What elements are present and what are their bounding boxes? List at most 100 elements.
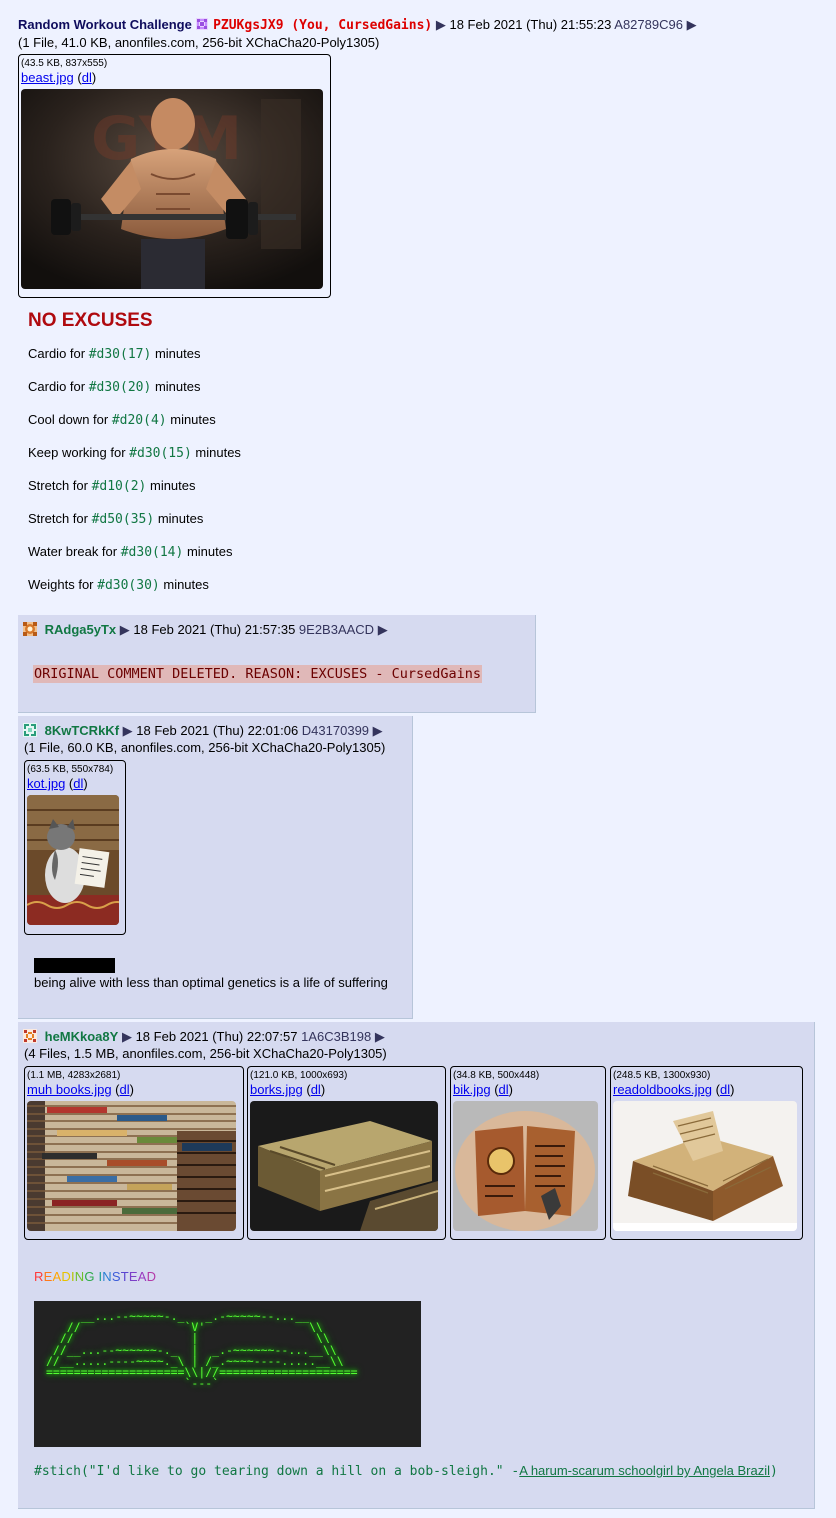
attachment-meta: (34.8 KB, 500x448) — [453, 1070, 540, 1081]
roll-line: Water break for #d30(14) minutes — [28, 542, 548, 575]
attachment-dl-link[interactable]: dl — [311, 1082, 321, 1097]
roll-unit: minutes — [151, 346, 201, 361]
op-heading: NO EXCUSES — [28, 310, 153, 331]
roll-label: Stretch for — [28, 478, 92, 493]
attachment-dl-link[interactable]: dl — [82, 70, 92, 85]
roll-label: Weights for — [28, 577, 98, 592]
attachment: (1.1 MB, 4283x2681) muh books.jpg (dl) — [24, 1066, 244, 1240]
attachment: (63.5 KB, 550x784) kot.jpg (dl) — [24, 760, 126, 935]
roll-line: Cardio for #d30(17) minutes — [28, 344, 548, 377]
post-id[interactable]: D43170399 — [302, 723, 369, 738]
comment-text: being alive with less than optimal genet… — [34, 975, 388, 990]
roll-unit: minutes — [183, 544, 233, 559]
stich-source-link[interactable]: A harum-scarum schoolgirl by Angela Braz… — [519, 1463, 770, 1478]
attachment-meta: (248.5 KB, 1300x930) — [613, 1070, 711, 1081]
attachment-filename-link[interactable]: borks.jpg — [250, 1082, 303, 1097]
post-id[interactable]: 9E2B3AACD — [299, 622, 374, 637]
op-subject: Random Workout Challenge — [18, 17, 192, 32]
roll-label: Cool down for — [28, 412, 112, 427]
arrow-icon[interactable]: ▶ — [122, 1029, 132, 1044]
poster-identicon-icon — [23, 723, 37, 737]
attachment-filename-link[interactable]: kot.jpg — [27, 776, 65, 791]
roll-line: Cardio for #d30(20) minutes — [28, 377, 548, 410]
roll-line: Weights for #d30(30) minutes — [28, 575, 548, 608]
attachment: (121.0 KB, 1000x693) borks.jpg (dl) — [247, 1066, 446, 1240]
ascii-art-block: __...--~~~~~-._ _.-~~~~~--...__ // `V' \… — [34, 1301, 421, 1447]
file-summary: (4 Files, 1.5 MB, anonfiles.com, 256-bit… — [24, 1046, 387, 1061]
reply-header: RAdga5yTx ▶ 18 Feb 2021 (Thu) 21:57:35 9… — [23, 622, 388, 638]
arrow-icon[interactable]: ▶ — [120, 622, 130, 637]
attachment-thumbnail[interactable] — [453, 1101, 598, 1231]
op-post-header: Random Workout Challenge PZUKgsJX9 (You,… — [18, 17, 697, 33]
attachment: (34.8 KB, 500x448) bik.jpg (dl) — [450, 1066, 606, 1240]
op-comment: NO EXCUSES Cardio for #d30(17) minutes Ca… — [28, 310, 548, 608]
op-reply-arrow-icon[interactable]: ▶ — [687, 17, 697, 32]
attachment-dl-link[interactable]: dl — [720, 1082, 730, 1097]
roll-label: Cardio for — [28, 379, 89, 394]
post-date: 18 Feb 2021 (Thu) 21:57:35 — [133, 622, 296, 637]
ascii-art: __...--~~~~~-._ _.-~~~~~--...__ // `V' \… — [46, 1309, 358, 1391]
roll-unit: minutes — [191, 445, 241, 460]
post-id[interactable]: 1A6C3B198 — [301, 1029, 371, 1044]
attachment-dl-link[interactable]: dl — [73, 776, 83, 791]
attachment-filename-link[interactable]: bik.jpg — [453, 1082, 491, 1097]
roll-line: Stretch for #d50(35) minutes — [28, 509, 548, 542]
reply-arrow-icon[interactable]: ▶ — [373, 723, 383, 738]
roll-label: Cardio for — [28, 346, 89, 361]
attachment: (248.5 KB, 1300x930) readoldbooks.jpg (d… — [610, 1066, 803, 1240]
file-summary: (1 File, 60.0 KB, anonfiles.com, 256-bit… — [24, 740, 386, 755]
attachment-dl-link[interactable]: dl — [120, 1082, 130, 1097]
dice-roll: #d30(15) — [129, 446, 192, 461]
op-attachment: (43.5 KB, 837x555) beast.jpg (dl) GYM — [18, 54, 331, 298]
attachment-thumbnail[interactable] — [27, 1101, 236, 1231]
attachment-filename-link[interactable]: readoldbooks.jpg — [613, 1082, 712, 1097]
reply-header: 8KwTCRkKf ▶ 18 Feb 2021 (Thu) 22:01:06 D… — [23, 723, 383, 739]
reply-arrow-icon[interactable]: ▶ — [375, 1029, 385, 1044]
poster-name[interactable]: heMKkoa8Y — [45, 1029, 119, 1044]
roll-label: Water break for — [28, 544, 121, 559]
op-arrow-icon[interactable]: ▶ — [436, 17, 446, 32]
attachment-thumbnail[interactable]: GYM — [21, 89, 323, 289]
dice-roll: #d30(20) — [88, 380, 152, 395]
reply-post: heMKkoa8Y ▶ 18 Feb 2021 (Thu) 22:07:57 1… — [18, 1022, 815, 1509]
roll-label: Stretch for — [28, 511, 92, 526]
op-identicon-icon — [195, 17, 209, 31]
poster-name[interactable]: RAdga5yTx — [45, 622, 117, 637]
attachment-filename-link[interactable]: muh books.jpg — [27, 1082, 112, 1097]
attachment-thumbnail[interactable] — [27, 795, 119, 925]
attachment-dl-link[interactable]: dl — [499, 1082, 509, 1097]
dice-roll: #d50(35) — [91, 512, 155, 527]
roll-line: Stretch for #d10(2) minutes — [28, 476, 548, 509]
dice-roll: #d30(30) — [97, 578, 160, 593]
attachment-meta: (43.5 KB, 837x555) — [21, 58, 108, 69]
attachment-thumbnail[interactable] — [613, 1101, 797, 1231]
arrow-icon[interactable]: ▶ — [123, 723, 133, 738]
reply-arrow-icon[interactable]: ▶ — [378, 622, 388, 637]
attachment-filename-link[interactable]: beast.jpg — [21, 70, 74, 85]
reply-post: 8KwTCRkKf ▶ 18 Feb 2021 (Thu) 22:01:06 D… — [18, 716, 413, 1019]
dice-roll: #d30(17) — [88, 347, 152, 362]
op-poster-name[interactable]: PZUKgsJX9 (You, CursedGains) — [213, 18, 432, 33]
reply-header: heMKkoa8Y ▶ 18 Feb 2021 (Thu) 22:07:57 1… — [23, 1029, 385, 1045]
roll-unit: minutes — [166, 412, 216, 427]
attachment-meta: (1.1 MB, 4283x2681) — [27, 1070, 121, 1081]
op-post-id[interactable]: A82789C96 — [614, 17, 683, 32]
roll-line: Keep working for #d30(15) minutes — [28, 443, 548, 476]
roll-unit: minutes — [154, 511, 204, 526]
roll-unit: minutes — [146, 478, 196, 493]
roll-unit: minutes — [159, 577, 209, 592]
post-date: 18 Feb 2021 (Thu) 22:07:57 — [135, 1029, 298, 1044]
roll-label: Keep working for — [28, 445, 130, 460]
stich-quote-text: #stich("I'd like to go tearing down a hi… — [34, 1464, 520, 1479]
poster-identicon-icon — [23, 622, 37, 636]
attachment-thumbnail[interactable] — [250, 1101, 438, 1231]
op-date: 18 Feb 2021 (Thu) 21:55:23 — [449, 17, 612, 32]
op-file-summary: (1 File, 41.0 KB, anonfiles.com, 256-bit… — [18, 35, 380, 50]
poster-identicon-icon — [23, 1029, 37, 1043]
spoiler-text[interactable] — [34, 958, 115, 973]
stich-quote: #stich("I'd like to go tearing down a hi… — [34, 1463, 778, 1479]
poster-name[interactable]: 8KwTCRkKf — [45, 723, 119, 738]
attachment-meta: (121.0 KB, 1000x693) — [250, 1070, 348, 1081]
rainbow-text: READING INSTEAD — [34, 1269, 157, 1284]
dice-roll: #d10(2) — [91, 479, 147, 494]
